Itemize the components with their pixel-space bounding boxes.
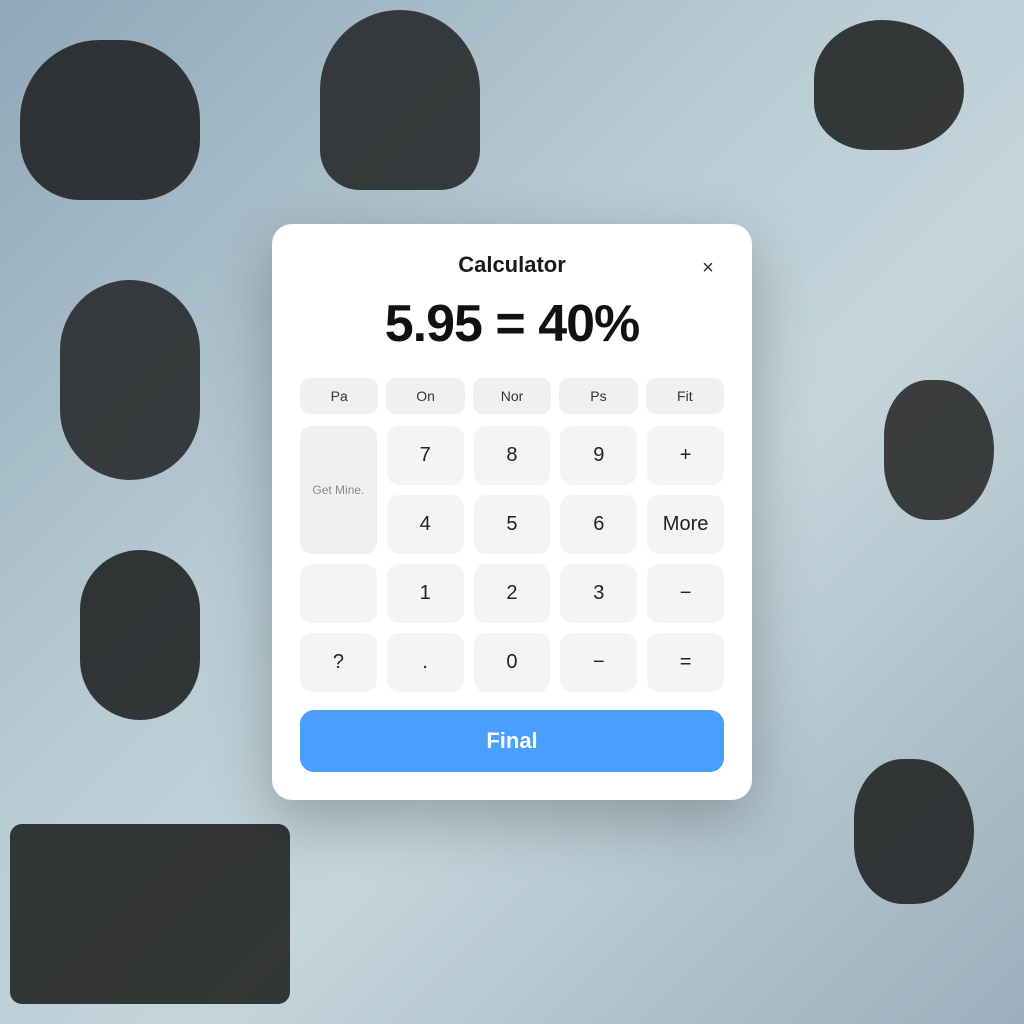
btn-2[interactable]: 2 (474, 564, 551, 623)
btn-dot[interactable]: . (387, 633, 464, 692)
btn-5[interactable]: 5 (474, 495, 551, 554)
btn-0[interactable]: 0 (474, 633, 551, 692)
keyboard-bottom-left (10, 824, 290, 1004)
calculator-header: Calculator × (300, 252, 724, 278)
mode-fit[interactable]: Fit (646, 378, 724, 414)
close-button[interactable]: × (692, 252, 724, 284)
mouse-mid-right (884, 380, 994, 520)
btn-1[interactable]: 1 (387, 564, 464, 623)
btn-minus[interactable]: − (560, 633, 637, 692)
mode-nor[interactable]: Nor (473, 378, 551, 414)
btn-equals[interactable]: = (647, 633, 724, 692)
display-value: 5.95 = 40% (385, 295, 640, 353)
btn-more[interactable]: More (647, 495, 724, 554)
mode-row: Pa On Nor Ps Fit (300, 378, 724, 414)
headphone-top-center (320, 10, 480, 190)
final-button[interactable]: Final (300, 710, 724, 772)
btn-question[interactable]: ? (300, 633, 377, 692)
calculator-modal: Calculator × 5.95 = 40% Pa On Nor Ps Fit… (272, 224, 752, 800)
calculator-display: 5.95 = 40% (300, 294, 724, 354)
btn-minus2[interactable]: − (647, 564, 724, 623)
btn-9[interactable]: 9 (560, 426, 637, 485)
btn-plus[interactable]: + (647, 426, 724, 485)
headphone-mid-left (60, 280, 200, 480)
btn-7[interactable]: 7 (387, 426, 464, 485)
btn-6[interactable]: 6 (560, 495, 637, 554)
mode-pa[interactable]: Pa (300, 378, 378, 414)
mode-on[interactable]: On (386, 378, 464, 414)
mode-ps[interactable]: Ps (559, 378, 637, 414)
button-grid: Get Mine. 7 8 9 + 4 5 6 More 1 2 3 − ? .… (300, 426, 724, 692)
headphone-top-left (20, 40, 200, 200)
btn-8[interactable]: 8 (474, 426, 551, 485)
btn-4[interactable]: 4 (387, 495, 464, 554)
btn-3[interactable]: 3 (560, 564, 637, 623)
empty-cell (300, 564, 377, 623)
calculator-title: Calculator (458, 252, 566, 278)
get-mine-button[interactable]: Get Mine. (300, 426, 377, 554)
headphone-bottom-left (80, 550, 200, 720)
mouse-bottom-right (854, 759, 974, 904)
